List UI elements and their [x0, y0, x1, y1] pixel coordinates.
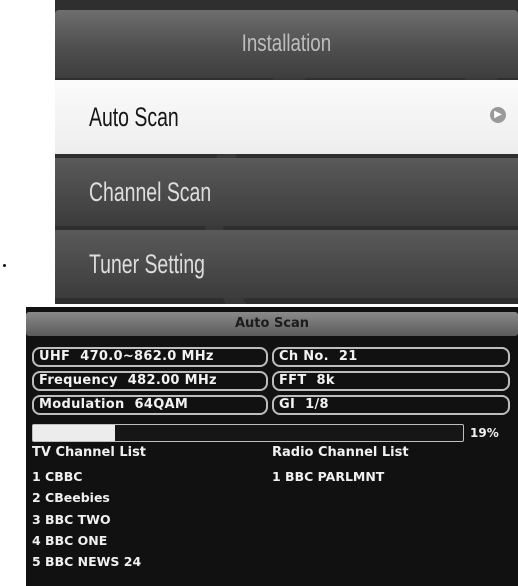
- frequency-value: 482.00 MHz: [127, 373, 217, 388]
- radio-channel-item: 1 BBC PARLMNT: [272, 469, 385, 484]
- modulation-value: 64QAM: [134, 397, 189, 412]
- tv-channel-item: 4 BBC ONE: [32, 533, 108, 548]
- menu-item-tuner-setting[interactable]: Tuner Setting: [55, 230, 518, 298]
- modulation-label: Modulation: [39, 397, 125, 412]
- gi-label: GI: [279, 397, 296, 412]
- uhf-range-field: UHF 470.0~862.0 MHz: [32, 347, 268, 367]
- tv-channel-item: 1 CBBC: [32, 469, 83, 484]
- channel-number-field: Ch No. 21: [272, 347, 510, 367]
- menu-item-label: Channel Scan: [89, 177, 212, 207]
- tv-channel-list-header: TV Channel List: [32, 445, 147, 460]
- ch-no-value: 21: [338, 349, 358, 364]
- scan-progress-bar: [32, 424, 464, 442]
- menu-item-auto-scan[interactable]: Auto Scan ▶: [55, 80, 518, 154]
- frequency-field: Frequency 482.00 MHz: [32, 371, 268, 391]
- frequency-label: Frequency: [39, 373, 118, 388]
- installation-title: Installation: [55, 10, 518, 78]
- radio-channel-list-header: Radio Channel List: [272, 445, 409, 460]
- menu-item-label: Tuner Setting: [89, 249, 205, 279]
- modulation-field: Modulation 64QAM: [32, 395, 268, 415]
- uhf-value: 470.0~862.0 MHz: [80, 349, 214, 364]
- scan-progress-fill: [33, 425, 115, 441]
- menu-item-label: Auto Scan: [89, 102, 179, 132]
- installation-menu: Installation Auto Scan ▶ Channel Scan Tu…: [55, 0, 518, 304]
- auto-scan-title: Auto Scan: [26, 312, 518, 336]
- gi-value: 1/8: [305, 397, 329, 412]
- auto-scan-panel: Auto Scan UHF 470.0~862.0 MHz Ch No. 21 Fr…: [26, 307, 518, 586]
- menu-item-channel-scan[interactable]: Channel Scan: [55, 158, 518, 226]
- tv-channel-item: 2 CBeebies: [32, 490, 110, 505]
- stray-dot: [3, 264, 6, 267]
- installation-title-text: Installation: [241, 30, 332, 57]
- fft-field: FFT 8k: [272, 371, 510, 391]
- uhf-label: UHF: [39, 349, 71, 364]
- tv-channel-item: 5 BBC NEWS 24: [32, 554, 142, 569]
- ch-no-label: Ch No.: [279, 349, 329, 364]
- guard-interval-field: GI 1/8: [272, 395, 510, 415]
- tv-channel-item: 3 BBC TWO: [32, 512, 111, 527]
- installation-list: Auto Scan ▶ Channel Scan Tuner Setting: [55, 80, 518, 302]
- scan-progress-percent: 19%: [470, 426, 499, 440]
- fft-label: FFT: [279, 373, 307, 388]
- fft-value: 8k: [316, 373, 335, 388]
- enter-arrow-icon: ▶: [490, 107, 506, 123]
